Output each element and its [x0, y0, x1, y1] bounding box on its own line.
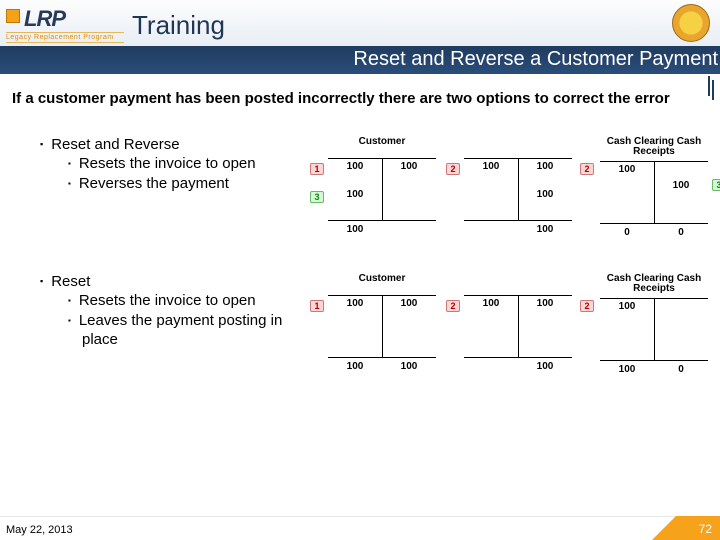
t-total-left: 100 [328, 358, 382, 372]
t-total-right [382, 221, 436, 235]
slide-header: LRP Legacy Replacement Program Training … [0, 0, 720, 74]
t-account-title: Customer [328, 137, 436, 159]
t-account-mid: 100 100 100 100 [464, 137, 572, 238]
t-account-total: 100 [464, 221, 572, 235]
logo-square-icon [6, 9, 20, 23]
t-total-right: 100 [518, 358, 572, 372]
bubble-3: 3 [310, 191, 324, 203]
t-account-customer: Customer 100 100 100 100 [328, 137, 436, 238]
taccount-diagram-1: 1 3 Customer 100 100 100 100 2 [328, 135, 708, 238]
bullet-sub: Leaves the payment posting in place [68, 311, 314, 350]
logo: LRP Legacy Replacement Program [6, 6, 124, 42]
t-account-total: 0 0 [600, 224, 708, 238]
section-reset-and-reverse: Reset and Reverse Resets the invoice to … [12, 135, 708, 238]
t-account-cash-clearing: Cash Clearing Cash Receipts 100 100 0 [600, 274, 708, 375]
t-cell: 100 [518, 161, 572, 172]
t-cell: 100 [328, 189, 382, 200]
t-cell: 100 [382, 161, 436, 172]
section-reset: Reset Resets the invoice to open Leaves … [12, 272, 708, 375]
t-account-total: 100 100 [328, 358, 436, 372]
t-cell: 100 [518, 298, 572, 309]
bubble-1: 1 [310, 300, 324, 312]
t-account-mid: 100 100 100 [464, 274, 572, 375]
t-account-total: 100 0 [600, 361, 708, 375]
t-total-left: 0 [600, 224, 654, 238]
t-account-title: Customer [328, 274, 436, 296]
t-total-right: 100 [382, 358, 436, 372]
t-cell: 100 [600, 301, 654, 312]
logo-acronym: LRP [24, 6, 65, 31]
t-cell: 100 [518, 189, 572, 200]
bullet-title: Reset and Reverse [40, 135, 314, 155]
bubble-2: 2 [580, 163, 594, 175]
bullets-reset-and-reverse: Reset and Reverse Resets the invoice to … [12, 135, 314, 194]
logo-text: LRP [6, 6, 124, 32]
bullet-sub: Reverses the payment [68, 174, 314, 194]
logo-subtext: Legacy Replacement Program [6, 32, 124, 43]
bullets-reset: Reset Resets the invoice to open Leaves … [12, 272, 314, 350]
t-total-left [464, 221, 518, 235]
t-account-title: Cash Clearing Cash Receipts [600, 137, 708, 162]
t-cell: 100 [328, 161, 382, 172]
bullet-sub: Resets the invoice to open [68, 291, 314, 311]
title-accent-lines [712, 76, 716, 104]
slide-subtitle: Reset and Reverse a Customer Payment [353, 48, 718, 71]
t-total-right: 0 [654, 361, 708, 375]
t-account-cash-clearing: Cash Clearing Cash Receipts 100 100 0 0 [600, 137, 708, 238]
t-total-left: 100 [328, 221, 382, 235]
bubble-2: 2 [446, 300, 460, 312]
bullet-title: Reset [40, 272, 314, 292]
intro-text: If a customer payment has been posted in… [12, 90, 708, 109]
bubble-2: 2 [446, 163, 460, 175]
seal-icon [672, 4, 710, 42]
t-total-left [464, 358, 518, 372]
t-total-right: 0 [654, 224, 708, 238]
t-cell: 100 [600, 164, 654, 175]
footer-date: May 22, 2013 [6, 524, 73, 536]
t-cell: 100 [328, 298, 382, 309]
slide-body: If a customer payment has been posted in… [12, 90, 708, 512]
t-total-left: 100 [600, 361, 654, 375]
t-account-customer: Customer 100 100 100 100 [328, 274, 436, 375]
t-cell: 100 [654, 180, 708, 191]
t-total-right: 100 [518, 221, 572, 235]
t-cell: 100 [464, 298, 518, 309]
t-cell: 100 [464, 161, 518, 172]
t-account-title [464, 137, 572, 159]
training-label: Training [132, 10, 225, 41]
taccount-diagram-2: 1 Customer 100 100 100 100 2 100 [328, 272, 708, 375]
bubble-1: 1 [310, 163, 324, 175]
bubble-3: 3 [712, 179, 720, 191]
t-account-title: Cash Clearing Cash Receipts [600, 274, 708, 299]
t-cell: 100 [382, 298, 436, 309]
bubble-2: 2 [580, 300, 594, 312]
t-account-total: 100 [464, 358, 572, 372]
footer-page-number: 72 [699, 522, 712, 536]
t-account-title [464, 274, 572, 296]
bullet-sub: Resets the invoice to open [68, 154, 314, 174]
t-account-total: 100 [328, 221, 436, 235]
slide-footer: May 22, 2013 72 [0, 516, 720, 540]
footer-page-corner: 72 [676, 516, 720, 540]
